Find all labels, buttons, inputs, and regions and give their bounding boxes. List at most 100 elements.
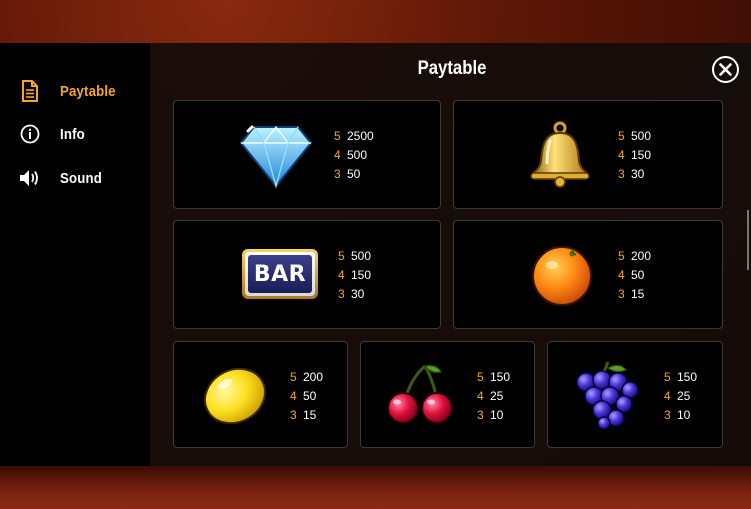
close-icon xyxy=(719,63,732,76)
pay-value: 15 xyxy=(631,287,645,301)
pay-value: 200 xyxy=(303,370,324,384)
pay-count: 5 xyxy=(334,129,341,143)
paytable-card-bell: 5 500 4 150 3 30 xyxy=(453,100,723,209)
background-bottom xyxy=(0,466,751,509)
pay-count: 5 xyxy=(477,370,484,384)
pay-row: 5 200 xyxy=(290,368,323,387)
pay-count: 4 xyxy=(618,148,625,162)
paytable-card-bar: BAR 5 500 4 150 3 30 xyxy=(173,220,441,329)
close-button[interactable] xyxy=(712,56,739,83)
lemon-icon xyxy=(204,367,266,425)
pay-row: 4 500 xyxy=(334,146,374,165)
pay-value: 10 xyxy=(490,408,504,422)
diamond-icon xyxy=(239,125,313,189)
pay-row: 3 10 xyxy=(477,406,510,425)
pay-row: 3 30 xyxy=(338,285,371,304)
pay-count: 4 xyxy=(338,268,345,282)
pay-row: 3 10 xyxy=(664,406,697,425)
pay-values: 5 500 4 150 3 30 xyxy=(338,247,371,304)
info-icon xyxy=(18,122,42,146)
pay-count: 5 xyxy=(664,370,671,384)
pay-row: 4 25 xyxy=(477,387,510,406)
speaker-icon xyxy=(18,166,42,190)
nav-label-info: Info xyxy=(60,125,85,143)
pay-count: 3 xyxy=(664,408,671,422)
pay-row: 5 500 xyxy=(618,127,651,146)
bar-label: BAR xyxy=(248,255,312,293)
paytable-card-lemon: 5 200 4 50 3 15 xyxy=(173,341,348,448)
pay-row: 4 150 xyxy=(338,266,371,285)
paytable-card-grapes: 5 150 4 25 3 10 xyxy=(547,341,723,448)
pay-value: 30 xyxy=(351,287,365,301)
pay-row: 5 2500 xyxy=(334,127,374,146)
nav-item-paytable[interactable]: Paytable xyxy=(18,77,123,105)
pay-count: 3 xyxy=(334,167,341,181)
pay-value: 500 xyxy=(631,129,652,143)
pay-value: 2500 xyxy=(347,129,374,143)
paytable-card-cherry: 5 150 4 25 3 10 xyxy=(360,341,535,448)
pay-row: 3 15 xyxy=(290,406,323,425)
pay-value: 50 xyxy=(631,268,645,282)
pay-row: 5 150 xyxy=(664,368,697,387)
pay-row: 4 150 xyxy=(618,146,651,165)
pay-count: 4 xyxy=(290,389,297,403)
pay-value: 50 xyxy=(347,167,361,181)
pay-count: 4 xyxy=(477,389,484,403)
paytable-card-diamond: 5 2500 4 500 3 50 xyxy=(173,100,441,209)
pay-value: 500 xyxy=(351,249,372,263)
pay-values: 5 2500 4 500 3 50 xyxy=(334,127,374,184)
pay-values: 5 150 4 25 3 10 xyxy=(664,368,697,425)
nav-label-sound: Sound xyxy=(60,169,102,187)
pay-value: 25 xyxy=(677,389,691,403)
pay-count: 3 xyxy=(618,287,625,301)
sidebar: Paytable Info Sound xyxy=(0,43,150,466)
pay-count: 5 xyxy=(618,129,625,143)
pay-value: 150 xyxy=(677,370,698,384)
pay-count: 4 xyxy=(334,148,341,162)
pay-row: 4 50 xyxy=(290,387,323,406)
pay-values: 5 200 4 50 3 15 xyxy=(290,368,323,425)
cherry-icon xyxy=(387,364,453,424)
nav-label-paytable: Paytable xyxy=(60,82,116,100)
pay-value: 30 xyxy=(631,167,645,181)
pay-values: 5 150 4 25 3 10 xyxy=(477,368,510,425)
pay-row: 3 15 xyxy=(618,285,651,304)
pay-row: 4 25 xyxy=(664,387,697,406)
document-icon xyxy=(18,79,42,103)
pay-values: 5 200 4 50 3 15 xyxy=(618,247,651,304)
bar-icon-frame: BAR xyxy=(245,252,315,296)
nav-item-info[interactable]: Info xyxy=(18,120,88,148)
nav-item-sound[interactable]: Sound xyxy=(18,164,108,192)
page-title: Paytable xyxy=(417,58,487,79)
pay-value: 50 xyxy=(303,389,317,403)
pay-count: 5 xyxy=(618,249,625,263)
paytable-card-orange: 5 200 4 50 3 15 xyxy=(453,220,723,329)
pay-row: 5 200 xyxy=(618,247,651,266)
pay-value: 150 xyxy=(490,370,511,384)
bar-icon: BAR xyxy=(242,249,318,299)
pay-count: 5 xyxy=(290,370,297,384)
pay-count: 4 xyxy=(664,389,671,403)
pay-value: 150 xyxy=(351,268,372,282)
pay-count: 3 xyxy=(618,167,625,181)
pay-row: 3 30 xyxy=(618,165,651,184)
pay-count: 3 xyxy=(338,287,345,301)
pay-value: 500 xyxy=(347,148,368,162)
grapes-icon xyxy=(576,361,639,430)
pay-count: 5 xyxy=(338,249,345,263)
pay-value: 10 xyxy=(677,408,691,422)
pay-row: 5 500 xyxy=(338,247,371,266)
pay-value: 200 xyxy=(631,249,652,263)
pay-count: 3 xyxy=(290,408,297,422)
pay-row: 4 50 xyxy=(618,266,651,285)
pay-value: 150 xyxy=(631,148,652,162)
pay-value: 15 xyxy=(303,408,317,422)
pay-count: 3 xyxy=(477,408,484,422)
pay-row: 5 150 xyxy=(477,368,510,387)
orange-icon xyxy=(532,246,592,306)
scrollbar[interactable] xyxy=(747,210,749,270)
pay-count: 4 xyxy=(618,268,625,282)
pay-value: 25 xyxy=(490,389,504,403)
pay-values: 5 500 4 150 3 30 xyxy=(618,127,651,184)
pay-row: 3 50 xyxy=(334,165,374,184)
